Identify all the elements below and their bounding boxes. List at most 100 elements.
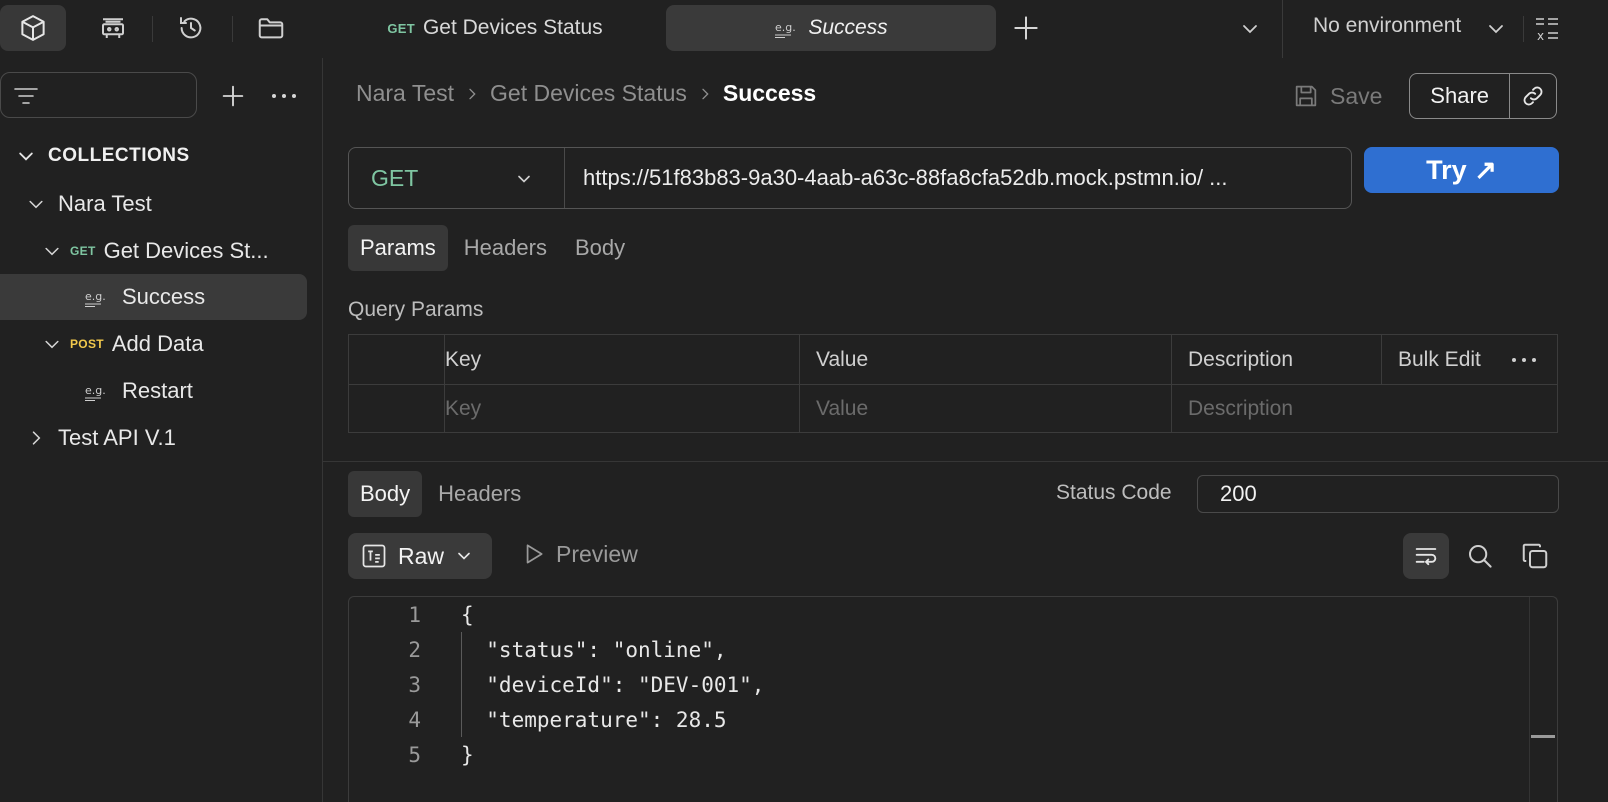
tab-get-devices-status[interactable]: GET Get Devices Status <box>330 5 660 51</box>
line-number: 3 <box>408 672 421 697</box>
sidebar-item-restart[interactable]: e.g. Restart <box>84 368 304 414</box>
scrollbar-thumb[interactable] <box>1531 735 1555 738</box>
add-collection-plus-icon[interactable] <box>219 82 247 110</box>
try-button[interactable]: Try ↗ <box>1364 147 1559 193</box>
environment-quick-look-icon[interactable]: x <box>1534 15 1560 43</box>
breadcrumb-current: Success <box>722 80 817 106</box>
table-row: Key Value Description <box>348 384 1558 433</box>
play-icon <box>526 544 543 564</box>
response-body-editor[interactable]: 1 { 2 "status": "online", 3 "deviceId": … <box>348 596 1558 802</box>
environments-icon[interactable] <box>80 5 146 51</box>
tab-success[interactable]: e.g. Success <box>666 5 996 51</box>
example-icon: e.g. <box>85 384 106 401</box>
method-select[interactable]: GET <box>349 148 565 208</box>
description-input[interactable]: Description <box>1171 384 1558 433</box>
search-icon[interactable] <box>1457 533 1503 579</box>
breadcrumb-item[interactable]: Nara Test <box>356 80 454 107</box>
divider <box>1282 0 1283 58</box>
tab-params[interactable]: Params <box>348 225 448 271</box>
breadcrumb-item[interactable]: Get Devices Status <box>490 80 687 107</box>
sidebar-item-label: Test API V.1 <box>58 425 176 450</box>
code-line: 2 "status": "online", <box>349 632 1529 667</box>
sidebar-item-label: Nara Test <box>58 191 152 216</box>
url-input[interactable]: https://51f83b83-9a30-4aab-a63c-88fa8cfa… <box>565 165 1228 191</box>
filter-input[interactable] <box>0 72 197 118</box>
word-wrap-icon[interactable] <box>1403 533 1449 579</box>
tabs-dropdown-chevron-icon[interactable] <box>1238 17 1262 41</box>
copy-icon[interactable] <box>1512 533 1558 579</box>
top-bar: GET Get Devices Status e.g. Success No e… <box>0 0 1608 58</box>
filter-icon <box>14 88 38 104</box>
checkbox-cell <box>348 384 445 433</box>
chevron-down-icon <box>45 340 59 349</box>
new-tab-plus-icon[interactable] <box>1010 12 1042 44</box>
share-button[interactable]: Share <box>1409 73 1557 119</box>
tab-title: Success <box>808 16 888 39</box>
editor-scrollbar[interactable] <box>1529 597 1557 802</box>
chevron-down-icon <box>19 152 33 161</box>
chevron-right-icon <box>469 88 476 99</box>
method-badge: POST <box>70 337 104 351</box>
chevron-down-icon <box>458 552 470 560</box>
tab-title: Get Devices Status <box>422 16 603 39</box>
column-header-value: Value <box>799 334 1172 385</box>
save-button[interactable]: Save <box>1292 76 1382 116</box>
tab-response-headers[interactable]: Headers <box>426 471 533 517</box>
sidebar-item-get-devices-status[interactable]: GET Get Devices St... <box>42 228 312 274</box>
sidebar-item-label: Success <box>122 284 206 309</box>
code-text: "temperature": 28.5 <box>461 707 727 732</box>
bulk-edit-cell: Bulk Edit <box>1381 334 1558 385</box>
environment-chevron-icon[interactable] <box>1484 17 1508 41</box>
chevron-down-icon <box>518 175 530 183</box>
tab-response-body[interactable]: Body <box>348 471 423 517</box>
method-label: GET <box>371 164 419 191</box>
collections-cube-icon[interactable] <box>0 5 66 51</box>
sidebar-item-success[interactable]: e.g. Success <box>0 274 307 320</box>
sidebar-item-nara-test[interactable]: Nara Test <box>26 181 316 227</box>
bulk-edit-button[interactable]: Bulk Edit <box>1398 348 1481 371</box>
folder-icon[interactable] <box>238 5 304 51</box>
more-options-icon[interactable] <box>270 84 298 108</box>
code-text: "status": "online", <box>461 637 727 662</box>
breadcrumb: Nara Test Get Devices Status Success <box>356 80 816 107</box>
tab-headers[interactable]: Headers <box>452 225 559 271</box>
svg-text:e.g.: e.g. <box>775 21 796 34</box>
chevron-right-icon <box>32 431 41 445</box>
sidebar-item-test-api[interactable]: Test API V.1 <box>26 415 316 461</box>
chevron-down-icon <box>45 247 59 256</box>
share-label: Share <box>1430 83 1490 108</box>
environment-selector[interactable]: No environment <box>1313 14 1461 38</box>
code-line: 5 } <box>349 737 1529 772</box>
value-input[interactable]: Value <box>799 384 1172 433</box>
toolbar-divider <box>152 16 153 42</box>
chevron-down-icon <box>29 200 43 209</box>
status-code-input[interactable]: 200 <box>1197 475 1559 513</box>
collections-header[interactable]: COLLECTIONS <box>16 133 190 179</box>
line-number: 4 <box>408 707 421 732</box>
tab-body[interactable]: Body <box>563 225 637 271</box>
chevron-right-icon <box>702 88 709 99</box>
example-icon: e.g. <box>775 21 796 38</box>
preview-label: Preview <box>556 540 638 567</box>
code-text: { <box>461 602 474 627</box>
request-tabs: Params Headers Body <box>348 225 637 271</box>
svg-text:e.g.: e.g. <box>85 290 106 303</box>
more-options-icon[interactable] <box>1511 355 1537 365</box>
tab-method: GET <box>387 20 415 36</box>
body-format-select[interactable]: Raw <box>348 533 492 579</box>
query-params-label: Query Params <box>348 298 484 321</box>
copy-link-icon[interactable] <box>1510 83 1556 109</box>
svg-text:x: x <box>1537 29 1544 43</box>
table-header-row: Key Value Description Bulk Edit <box>348 334 1558 385</box>
preview-button[interactable]: Preview <box>520 540 638 568</box>
code-line: 1 { <box>349 597 1529 632</box>
key-input[interactable]: Key <box>444 384 800 433</box>
sidebar-item-add-data[interactable]: POST Add Data <box>42 321 312 367</box>
history-icon[interactable] <box>158 5 224 51</box>
section-divider <box>323 461 1608 462</box>
sidebar-item-label: Add Data <box>111 331 204 356</box>
code-text: "deviceId": "DEV-001", <box>461 672 765 697</box>
column-header-key: Key <box>444 334 800 385</box>
status-code-label: Status Code <box>1056 481 1172 504</box>
code-line: 3 "deviceId": "DEV-001", <box>349 667 1529 702</box>
